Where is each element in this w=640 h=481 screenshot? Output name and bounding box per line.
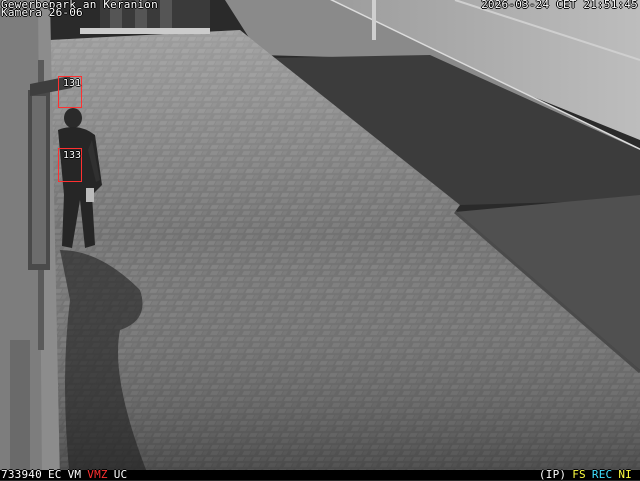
detection-label: 133 [63, 150, 82, 161]
status-tag-fs: FS [572, 468, 586, 481]
detection-box-133: 133 [58, 148, 82, 182]
status-bar-left: 733940 EC VM VMZ UC [1, 469, 133, 480]
status-tag-ec: EC [47, 468, 62, 481]
camera-name: Kamera 26-06 [1, 6, 83, 19]
lamp-post [372, 0, 376, 40]
status-tag-vm: VM [67, 468, 82, 481]
bench [80, 28, 210, 34]
status-tag-uc: UC [113, 468, 128, 481]
detection-label: 131 [63, 78, 82, 89]
frame-counter: 733940 [1, 468, 42, 481]
status-bar-right: (IP) FS REC NI [539, 469, 638, 480]
status-tag-vmz: VMZ [87, 468, 108, 481]
detection-box-131: 131 [58, 76, 82, 108]
status-tag-ni: NI [618, 468, 632, 481]
camera-scene [0, 0, 640, 480]
timestamp: 2026-03-24 CET 21:51:45 [481, 0, 638, 11]
status-tag-ip: (IP) [538, 468, 567, 481]
status-tag-rec: REC [591, 468, 613, 481]
